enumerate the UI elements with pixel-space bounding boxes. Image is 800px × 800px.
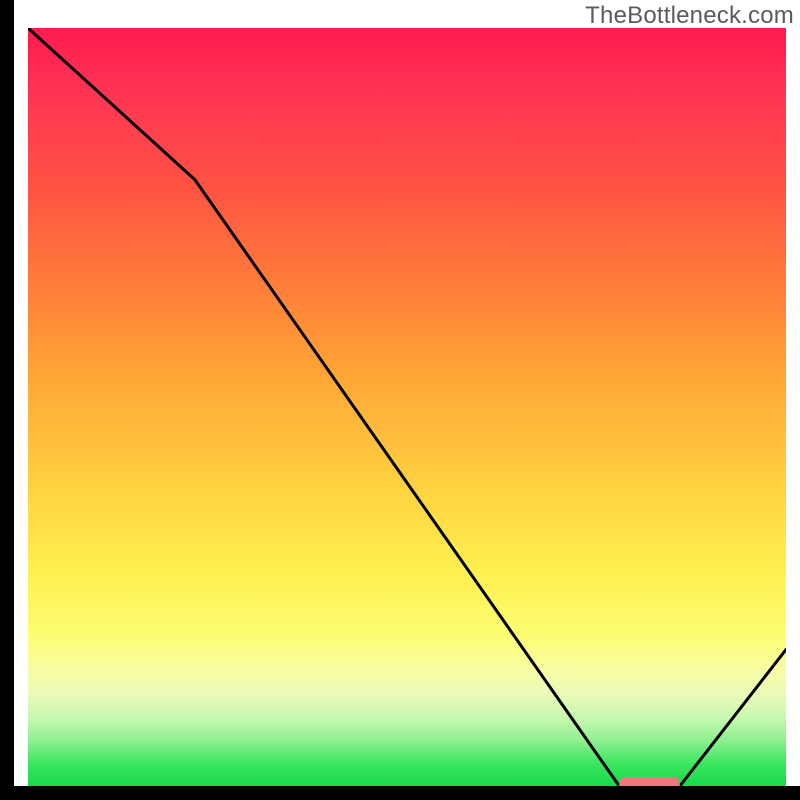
gradient-background (28, 28, 786, 786)
bottleneck-chart: TheBottleneck.com (0, 0, 800, 800)
watermark-text: TheBottleneck.com (585, 2, 794, 30)
y-axis (0, 0, 14, 800)
x-axis (14, 786, 800, 800)
